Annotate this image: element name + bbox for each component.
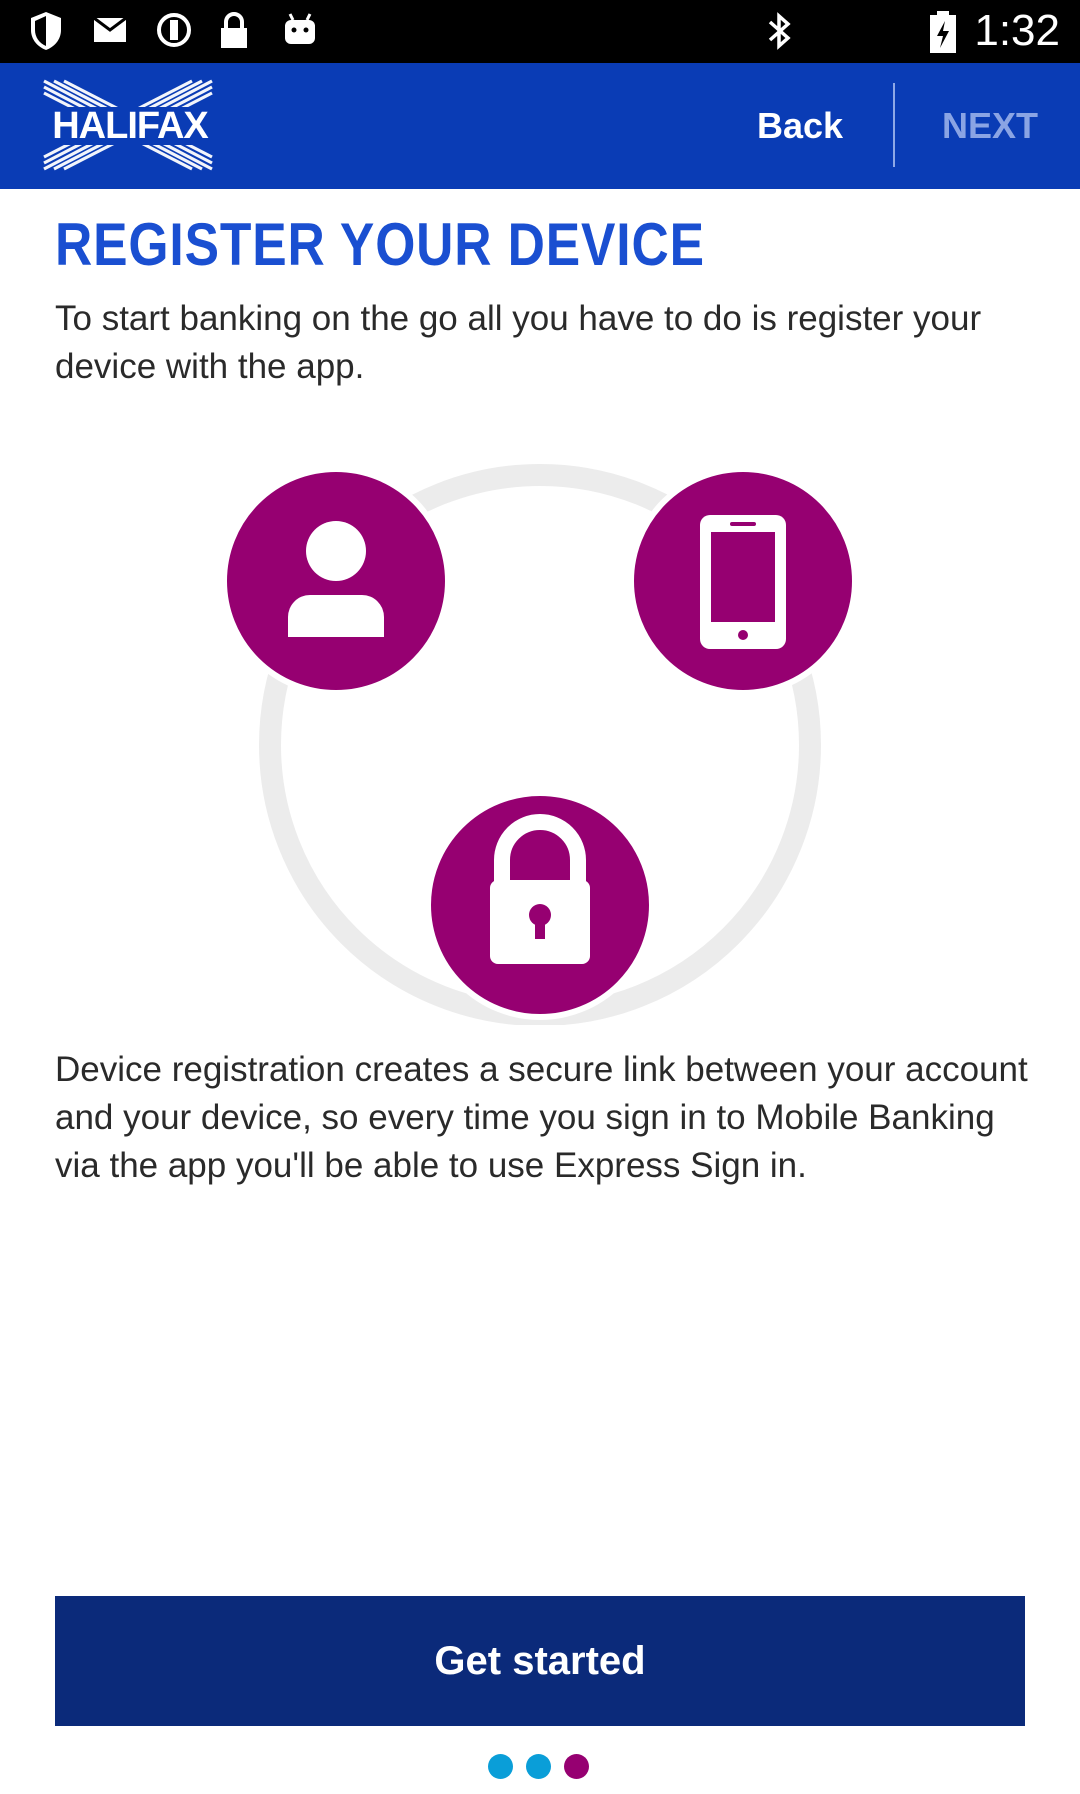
- header-divider: [893, 83, 895, 167]
- battery-icon: [930, 11, 956, 53]
- shield-icon: [31, 12, 61, 50]
- page-dot-2: [526, 1754, 551, 1779]
- status-time: 1:32: [974, 6, 1060, 55]
- phone-icon: [628, 466, 858, 696]
- page-dot-1: [488, 1754, 513, 1779]
- lock-icon: [221, 12, 247, 48]
- next-button[interactable]: NEXT: [920, 63, 1060, 189]
- person-icon: [221, 466, 451, 696]
- get-started-button[interactable]: Get started: [55, 1596, 1025, 1726]
- description-text: Device registration creates a secure lin…: [55, 1050, 1028, 1185]
- padlock-icon: [425, 790, 655, 1020]
- page-dot-3-active: [564, 1754, 589, 1779]
- registration-illustration: [221, 464, 858, 1025]
- android-icon: [285, 13, 315, 44]
- page-title: REGISTER YOUR DEVICE: [55, 211, 705, 278]
- status-bar: 1:32: [0, 0, 1080, 63]
- page-indicator: [488, 1754, 592, 1780]
- bluetooth-icon: [768, 12, 791, 50]
- mail-icon: [93, 16, 127, 42]
- logo-text: HALIFAX: [52, 105, 209, 147]
- intro-text: To start banking on the go all you have …: [55, 299, 982, 386]
- sync-icon: [157, 13, 191, 47]
- halifax-logo: HALIFAX: [38, 77, 218, 173]
- back-button[interactable]: Back: [740, 63, 860, 189]
- app-header: HALIFAX Back NEXT: [0, 63, 1080, 189]
